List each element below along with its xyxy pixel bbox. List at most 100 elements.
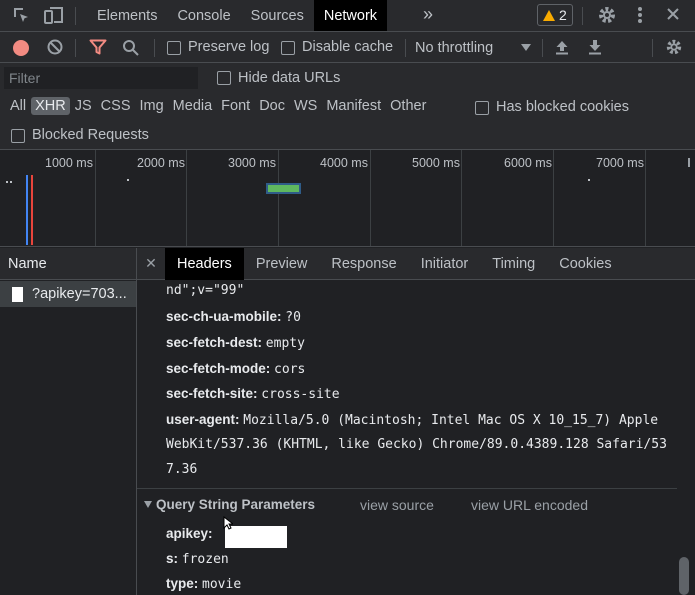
disable-cache-checkbox[interactable] xyxy=(281,41,295,55)
param-key: apikey: xyxy=(166,526,213,541)
tab-timing[interactable]: Timing xyxy=(480,248,547,280)
header-row: user-agent: Mozilla/5.0 (Macintosh; Inte… xyxy=(166,412,658,428)
more-tabs-icon[interactable]: » xyxy=(423,4,433,25)
request-tick xyxy=(10,181,12,183)
tab-sources[interactable]: Sources xyxy=(241,0,314,31)
devtools-top-bar: Elements Console Sources Network » 2 xyxy=(0,0,695,32)
detail-scrollbar-thumb[interactable] xyxy=(679,557,689,595)
tab-elements[interactable]: Elements xyxy=(87,0,167,31)
request-row[interactable]: ?apikey=703... xyxy=(0,281,136,307)
tick-label: 3000 ms xyxy=(228,156,276,170)
throttling-select[interactable]: No throttling xyxy=(415,37,531,58)
has-blocked-cookies-label: Has blocked cookies xyxy=(496,99,629,115)
section-divider xyxy=(137,488,677,489)
request-name-pane: Name ?apikey=703... xyxy=(0,248,137,595)
type-img[interactable]: Img xyxy=(136,97,168,115)
param-value: movie xyxy=(202,577,242,592)
blocked-requests-checkbox[interactable] xyxy=(11,129,25,143)
resource-type-filters: All XHR JS CSS Img Media Font Doc WS Man… xyxy=(0,93,695,121)
header-key: sec-fetch-site: xyxy=(166,386,258,401)
throttling-value: No throttling xyxy=(415,39,494,56)
tick-label: 2000 ms xyxy=(137,156,185,170)
tab-console[interactable]: Console xyxy=(167,0,240,31)
gridline xyxy=(95,150,96,246)
request-tick xyxy=(127,179,129,181)
header-row: sec-ch-ua-mobile: ?0 xyxy=(166,309,301,325)
header-key: user-agent: xyxy=(166,412,240,427)
header-value-continued: WebKit/537.36 (KHTML, like Gecko) Chrome… xyxy=(166,437,667,452)
tab-response[interactable]: Response xyxy=(319,248,408,280)
network-overview-timeline[interactable]: 1000 ms 2000 ms 3000 ms 4000 ms 5000 ms … xyxy=(0,150,695,247)
close-details-icon[interactable]: ✕ xyxy=(137,255,165,272)
header-value-continued: 7.36 xyxy=(166,462,198,477)
type-font[interactable]: Font xyxy=(217,97,254,115)
header-value: Mozilla/5.0 (Macintosh; Intel Mac OS X 1… xyxy=(243,413,659,428)
export-har-icon[interactable] xyxy=(588,39,602,55)
request-bar-fill xyxy=(268,185,299,192)
view-url-encoded-link[interactable]: view URL encoded xyxy=(471,497,588,513)
tick-label: 6000 ms xyxy=(504,156,552,170)
request-name: ?apikey=703... xyxy=(32,286,127,302)
record-icon[interactable] xyxy=(13,40,29,56)
more-options-icon[interactable] xyxy=(637,6,643,24)
has-blocked-cookies-checkbox[interactable] xyxy=(475,101,489,115)
gridline xyxy=(278,150,279,246)
tab-preview[interactable]: Preview xyxy=(244,248,320,280)
disable-cache-label: Disable cache xyxy=(302,39,394,55)
tab-network[interactable]: Network xyxy=(313,0,388,31)
network-toolbar: Preserve log Disable cache No throttling xyxy=(0,32,695,63)
redacted-value-box xyxy=(225,526,287,548)
gridline xyxy=(461,150,462,246)
clear-icon[interactable] xyxy=(47,39,63,55)
network-settings-gear-icon[interactable] xyxy=(665,38,683,56)
gridline xyxy=(645,150,646,246)
inspect-element-icon[interactable] xyxy=(12,6,30,24)
name-column-header[interactable]: Name xyxy=(0,248,136,280)
header-continuation: 7.36 xyxy=(166,461,197,477)
search-icon[interactable] xyxy=(122,39,139,56)
type-doc[interactable]: Doc xyxy=(255,97,289,115)
tick-label: 5000 ms xyxy=(412,156,460,170)
warning-icon xyxy=(543,9,555,21)
type-manifest[interactable]: Manifest xyxy=(322,97,385,115)
device-toolbar-icon[interactable] xyxy=(44,6,64,24)
collapse-triangle-icon xyxy=(144,501,152,508)
header-partial-value: nd";v="99" xyxy=(166,283,245,298)
filter-input[interactable] xyxy=(4,67,198,89)
type-other[interactable]: Other xyxy=(386,97,430,115)
header-key: sec-fetch-mode: xyxy=(166,361,271,376)
settings-gear-icon[interactable] xyxy=(597,5,617,25)
close-icon[interactable] xyxy=(666,7,680,21)
warnings-badge[interactable]: 2 xyxy=(537,4,573,26)
tick-label: 4000 ms xyxy=(320,156,368,170)
detail-tabs: ✕ Headers Preview Response Initiator Tim… xyxy=(137,247,695,280)
view-source-link[interactable]: view source xyxy=(360,497,434,513)
type-media[interactable]: Media xyxy=(169,97,217,115)
import-har-icon[interactable] xyxy=(555,39,569,55)
type-css[interactable]: CSS xyxy=(97,97,135,115)
hide-data-urls-checkbox[interactable] xyxy=(217,71,231,85)
type-all[interactable]: All xyxy=(6,97,30,115)
load-event-marker xyxy=(31,175,33,245)
filter-row: Hide data URLs xyxy=(0,63,695,93)
header-value: empty xyxy=(265,336,305,351)
param-key: s: xyxy=(166,551,179,566)
query-string-section-header[interactable]: Query String Parameters xyxy=(144,497,315,512)
type-js[interactable]: JS xyxy=(71,97,96,115)
tab-initiator[interactable]: Initiator xyxy=(409,248,481,280)
tab-cookies[interactable]: Cookies xyxy=(547,248,623,280)
type-xhr[interactable]: XHR xyxy=(31,97,70,115)
preserve-log-checkbox[interactable] xyxy=(167,41,181,55)
detail-scrollbar-track[interactable] xyxy=(677,280,691,595)
tab-headers[interactable]: Headers xyxy=(165,247,244,280)
file-icon xyxy=(12,286,23,302)
query-param-row: s: frozen xyxy=(166,551,229,567)
request-tick xyxy=(6,181,8,183)
header-row: sec-fetch-mode: cors xyxy=(166,361,305,377)
mouse-cursor-icon xyxy=(223,515,235,533)
warning-count: 2 xyxy=(559,7,567,23)
timeline-right-edge-tick xyxy=(688,158,690,167)
type-ws[interactable]: WS xyxy=(290,97,321,115)
filter-funnel-icon[interactable] xyxy=(89,39,107,55)
request-bar xyxy=(266,183,301,194)
